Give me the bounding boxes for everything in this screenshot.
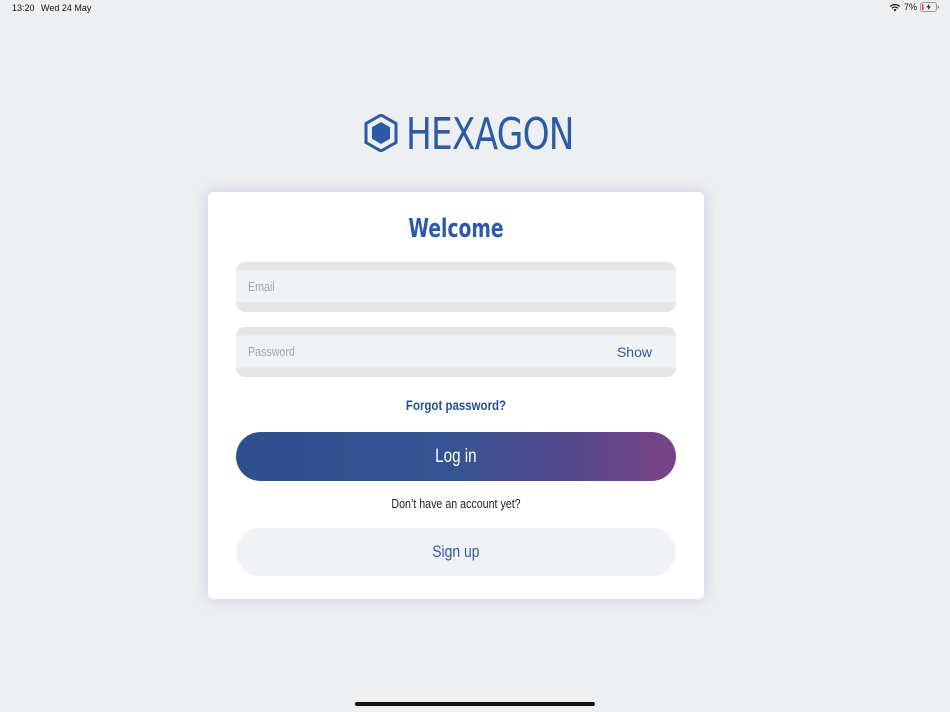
password-placeholder: Password — [248, 344, 295, 359]
battery-percent: 7% — [903, 2, 917, 12]
status-indicators: 7% — [889, 2, 940, 12]
status-bar: 13:20 Wed 24 May 7% — [0, 0, 950, 18]
email-field[interactable]: Email — [236, 262, 676, 312]
wifi-icon — [889, 3, 901, 12]
show-password-toggle[interactable]: Show — [617, 327, 652, 377]
battery-charging-icon — [920, 2, 940, 12]
no-account-text: Don’t have an account yet? — [391, 496, 521, 511]
status-date: Wed 24 May — [41, 3, 92, 13]
hexagon-icon — [364, 112, 398, 157]
brand-logo: HEXAGON — [364, 110, 621, 160]
forgot-password-link[interactable]: Forgot password? — [253, 395, 660, 415]
brand-name: HEXAGON — [406, 109, 574, 160]
status-time: 13:20 — [12, 3, 35, 13]
signup-button[interactable]: Sign up — [236, 528, 676, 576]
login-card: Welcome Email Password Show Forgot passw… — [208, 192, 704, 599]
login-button-label: Log in — [435, 446, 477, 467]
password-field[interactable]: Password Show — [236, 327, 676, 377]
email-placeholder: Email — [248, 279, 275, 294]
welcome-title: Welcome — [408, 214, 504, 244]
signup-button-label: Sign up — [432, 542, 480, 561]
home-indicator[interactable] — [355, 702, 595, 706]
login-button[interactable]: Log in — [236, 432, 676, 481]
